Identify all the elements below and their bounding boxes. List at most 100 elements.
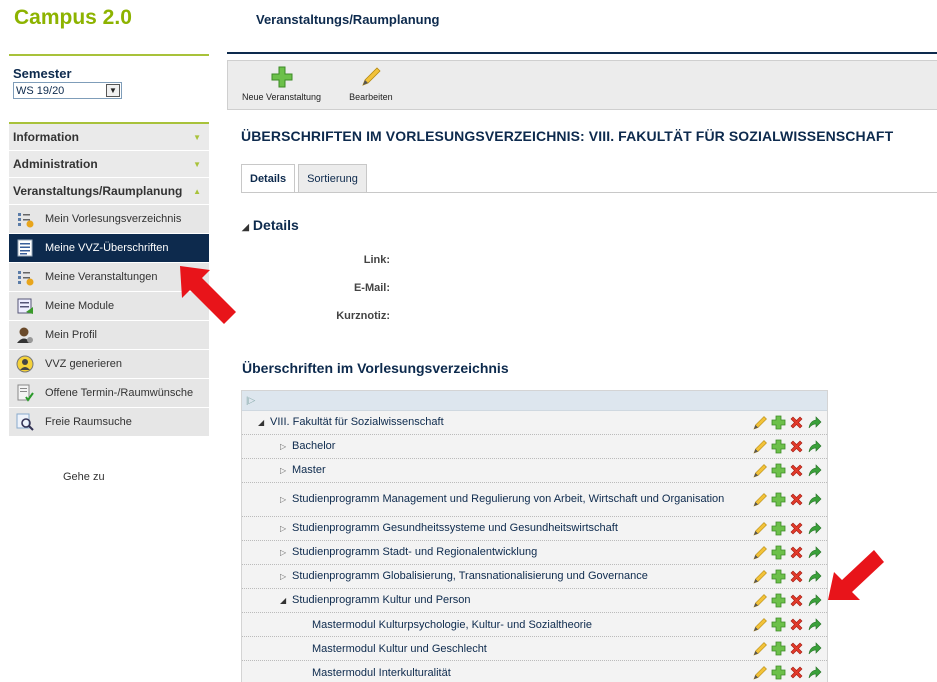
- tree-row-text[interactable]: Studienprogramm Gesundheitssysteme und G…: [292, 522, 618, 534]
- sidebar-item-label: Meine Module: [45, 300, 115, 312]
- expand-triangle-icon[interactable]: ▷: [280, 547, 292, 559]
- tree-row-text[interactable]: Studienprogramm Management und Regulieru…: [292, 493, 724, 505]
- delete-icon[interactable]: [788, 544, 805, 561]
- add-icon[interactable]: [770, 414, 787, 431]
- expand-triangle-icon[interactable]: ▷: [280, 571, 292, 583]
- sidebar-item-label: Meine Veranstaltungen: [45, 271, 158, 283]
- tree-row-text[interactable]: VIII. Fakultät für Sozialwissenschaft: [270, 416, 444, 428]
- add-icon[interactable]: [770, 520, 787, 537]
- pencil-icon[interactable]: [752, 592, 769, 609]
- add-icon[interactable]: [770, 491, 787, 508]
- tree-row-text[interactable]: Bachelor: [292, 440, 335, 452]
- edit-button[interactable]: Bearbeiten: [349, 65, 393, 102]
- pencil-icon[interactable]: [752, 664, 769, 681]
- expand-all-icon[interactable]: |▷: [246, 395, 255, 406]
- delete-icon[interactable]: [788, 664, 805, 681]
- tree-row-text[interactable]: Mastermodul Interkulturalität: [312, 667, 451, 679]
- tree-row[interactable]: ◢ Studienprogramm Kultur und Person: [242, 589, 827, 613]
- pencil-icon[interactable]: [752, 491, 769, 508]
- semester-select[interactable]: WS 19/20 ▼: [13, 82, 122, 99]
- delete-icon[interactable]: [788, 520, 805, 537]
- sidebar-item-raumsuche[interactable]: Freie Raumsuche: [9, 408, 209, 437]
- pencil-icon[interactable]: [752, 414, 769, 431]
- add-icon[interactable]: [770, 664, 787, 681]
- add-icon[interactable]: [770, 544, 787, 561]
- move-arrow-icon[interactable]: [806, 544, 823, 561]
- move-arrow-icon[interactable]: [806, 592, 823, 609]
- pencil-icon[interactable]: [752, 544, 769, 561]
- tree-row[interactable]: ▷ Studienprogramm Gesundheitssysteme und …: [242, 517, 827, 541]
- add-icon[interactable]: [770, 568, 787, 585]
- tab-details[interactable]: Details: [241, 164, 296, 192]
- goto-link[interactable]: Gehe zu: [63, 471, 209, 483]
- tree-row-text[interactable]: Studienprogramm Stadt- und Regionalentwi…: [292, 546, 537, 558]
- pencil-icon[interactable]: [752, 520, 769, 537]
- tree-row[interactable]: ◢ VIII. Fakultät für Sozialwissenschaft: [242, 411, 827, 435]
- nav-section-information[interactable]: Information ▼: [9, 124, 209, 151]
- tree-row[interactable]: ▷ Studienprogramm Stadt- und Regionalentw…: [242, 541, 827, 565]
- tree-row-label: ▷ Studienprogramm Gesundheitssysteme und …: [242, 522, 618, 535]
- divider: [227, 52, 937, 54]
- tree-row-text[interactable]: Mastermodul Kultur und Geschlecht: [312, 643, 487, 655]
- move-arrow-icon[interactable]: [806, 568, 823, 585]
- tree-row[interactable]: Mastermodul Interkulturalität: [242, 661, 827, 682]
- delete-icon[interactable]: [788, 616, 805, 633]
- delete-icon[interactable]: [788, 592, 805, 609]
- details-section-heading[interactable]: ◢ Details: [242, 217, 299, 233]
- pencil-icon[interactable]: [752, 462, 769, 479]
- move-arrow-icon[interactable]: [806, 664, 823, 681]
- sidebar-item-vorlesungsverzeichnis[interactable]: Mein Vorlesungsverzeichnis: [9, 205, 209, 234]
- move-arrow-icon[interactable]: [806, 438, 823, 455]
- tab-sortierung[interactable]: Sortierung: [298, 164, 367, 192]
- nav-section-veranstaltungen[interactable]: Veranstaltungs/Raumplanung ▲: [9, 178, 209, 205]
- tree-row[interactable]: ▷ Studienprogramm Globalisierung, Transna…: [242, 565, 827, 589]
- move-arrow-icon[interactable]: [806, 616, 823, 633]
- move-arrow-icon[interactable]: [806, 640, 823, 657]
- divider: [241, 192, 937, 193]
- tree-row[interactable]: ▷ Master: [242, 459, 827, 483]
- lecture-list-icon: [15, 268, 35, 286]
- move-arrow-icon[interactable]: [806, 414, 823, 431]
- collapse-triangle-icon[interactable]: ◢: [258, 417, 270, 429]
- delete-icon[interactable]: [788, 462, 805, 479]
- add-icon[interactable]: [770, 616, 787, 633]
- annotation-arrow-icon: [180, 266, 236, 324]
- sidebar-item-offene-wuensche[interactable]: Offene Termin-/Raumwünsche: [9, 379, 209, 408]
- delete-icon[interactable]: [788, 640, 805, 657]
- sidebar-item-vvz-ueberschriften[interactable]: Meine VVZ-Überschriften: [9, 234, 209, 263]
- delete-icon[interactable]: [788, 568, 805, 585]
- chevron-down-icon[interactable]: ▼: [106, 84, 120, 97]
- pencil-icon[interactable]: [752, 616, 769, 633]
- expand-triangle-icon[interactable]: ▷: [280, 465, 292, 477]
- delete-icon[interactable]: [788, 491, 805, 508]
- nav-section-administration[interactable]: Administration ▼: [9, 151, 209, 178]
- tree-row-text[interactable]: Studienprogramm Globalisierung, Transnat…: [292, 570, 648, 582]
- pencil-icon[interactable]: [752, 568, 769, 585]
- collapse-triangle-icon[interactable]: ◢: [280, 595, 292, 607]
- pencil-icon[interactable]: [752, 640, 769, 657]
- new-event-button[interactable]: Neue Veranstaltung: [242, 65, 321, 102]
- tree-row-text[interactable]: Studienprogramm Kultur und Person: [292, 594, 471, 606]
- move-arrow-icon[interactable]: [806, 520, 823, 537]
- tree-row-text[interactable]: Master: [292, 464, 326, 476]
- tree-row-label: ◢ Studienprogramm Kultur und Person: [242, 594, 471, 607]
- expand-triangle-icon[interactable]: ▷: [280, 494, 292, 506]
- tree-row[interactable]: ▷ Studienprogramm Management und Regulier…: [242, 483, 827, 517]
- open-requests-icon: [15, 384, 35, 402]
- expand-triangle-icon[interactable]: ▷: [280, 441, 292, 453]
- move-arrow-icon[interactable]: [806, 462, 823, 479]
- add-icon[interactable]: [770, 592, 787, 609]
- move-arrow-icon[interactable]: [806, 491, 823, 508]
- add-icon[interactable]: [770, 640, 787, 657]
- delete-icon[interactable]: [788, 414, 805, 431]
- tree-row[interactable]: Mastermodul Kultur und Geschlecht: [242, 637, 827, 661]
- sidebar-item-vvz-generieren[interactable]: VVZ generieren: [9, 350, 209, 379]
- delete-icon[interactable]: [788, 438, 805, 455]
- tree-row[interactable]: Mastermodul Kulturpsychologie, Kultur- u…: [242, 613, 827, 637]
- expand-triangle-icon[interactable]: ▷: [280, 523, 292, 535]
- pencil-icon[interactable]: [752, 438, 769, 455]
- tree-row-text[interactable]: Mastermodul Kulturpsychologie, Kultur- u…: [312, 619, 592, 631]
- tree-row[interactable]: ▷ Bachelor: [242, 435, 827, 459]
- add-icon[interactable]: [770, 462, 787, 479]
- add-icon[interactable]: [770, 438, 787, 455]
